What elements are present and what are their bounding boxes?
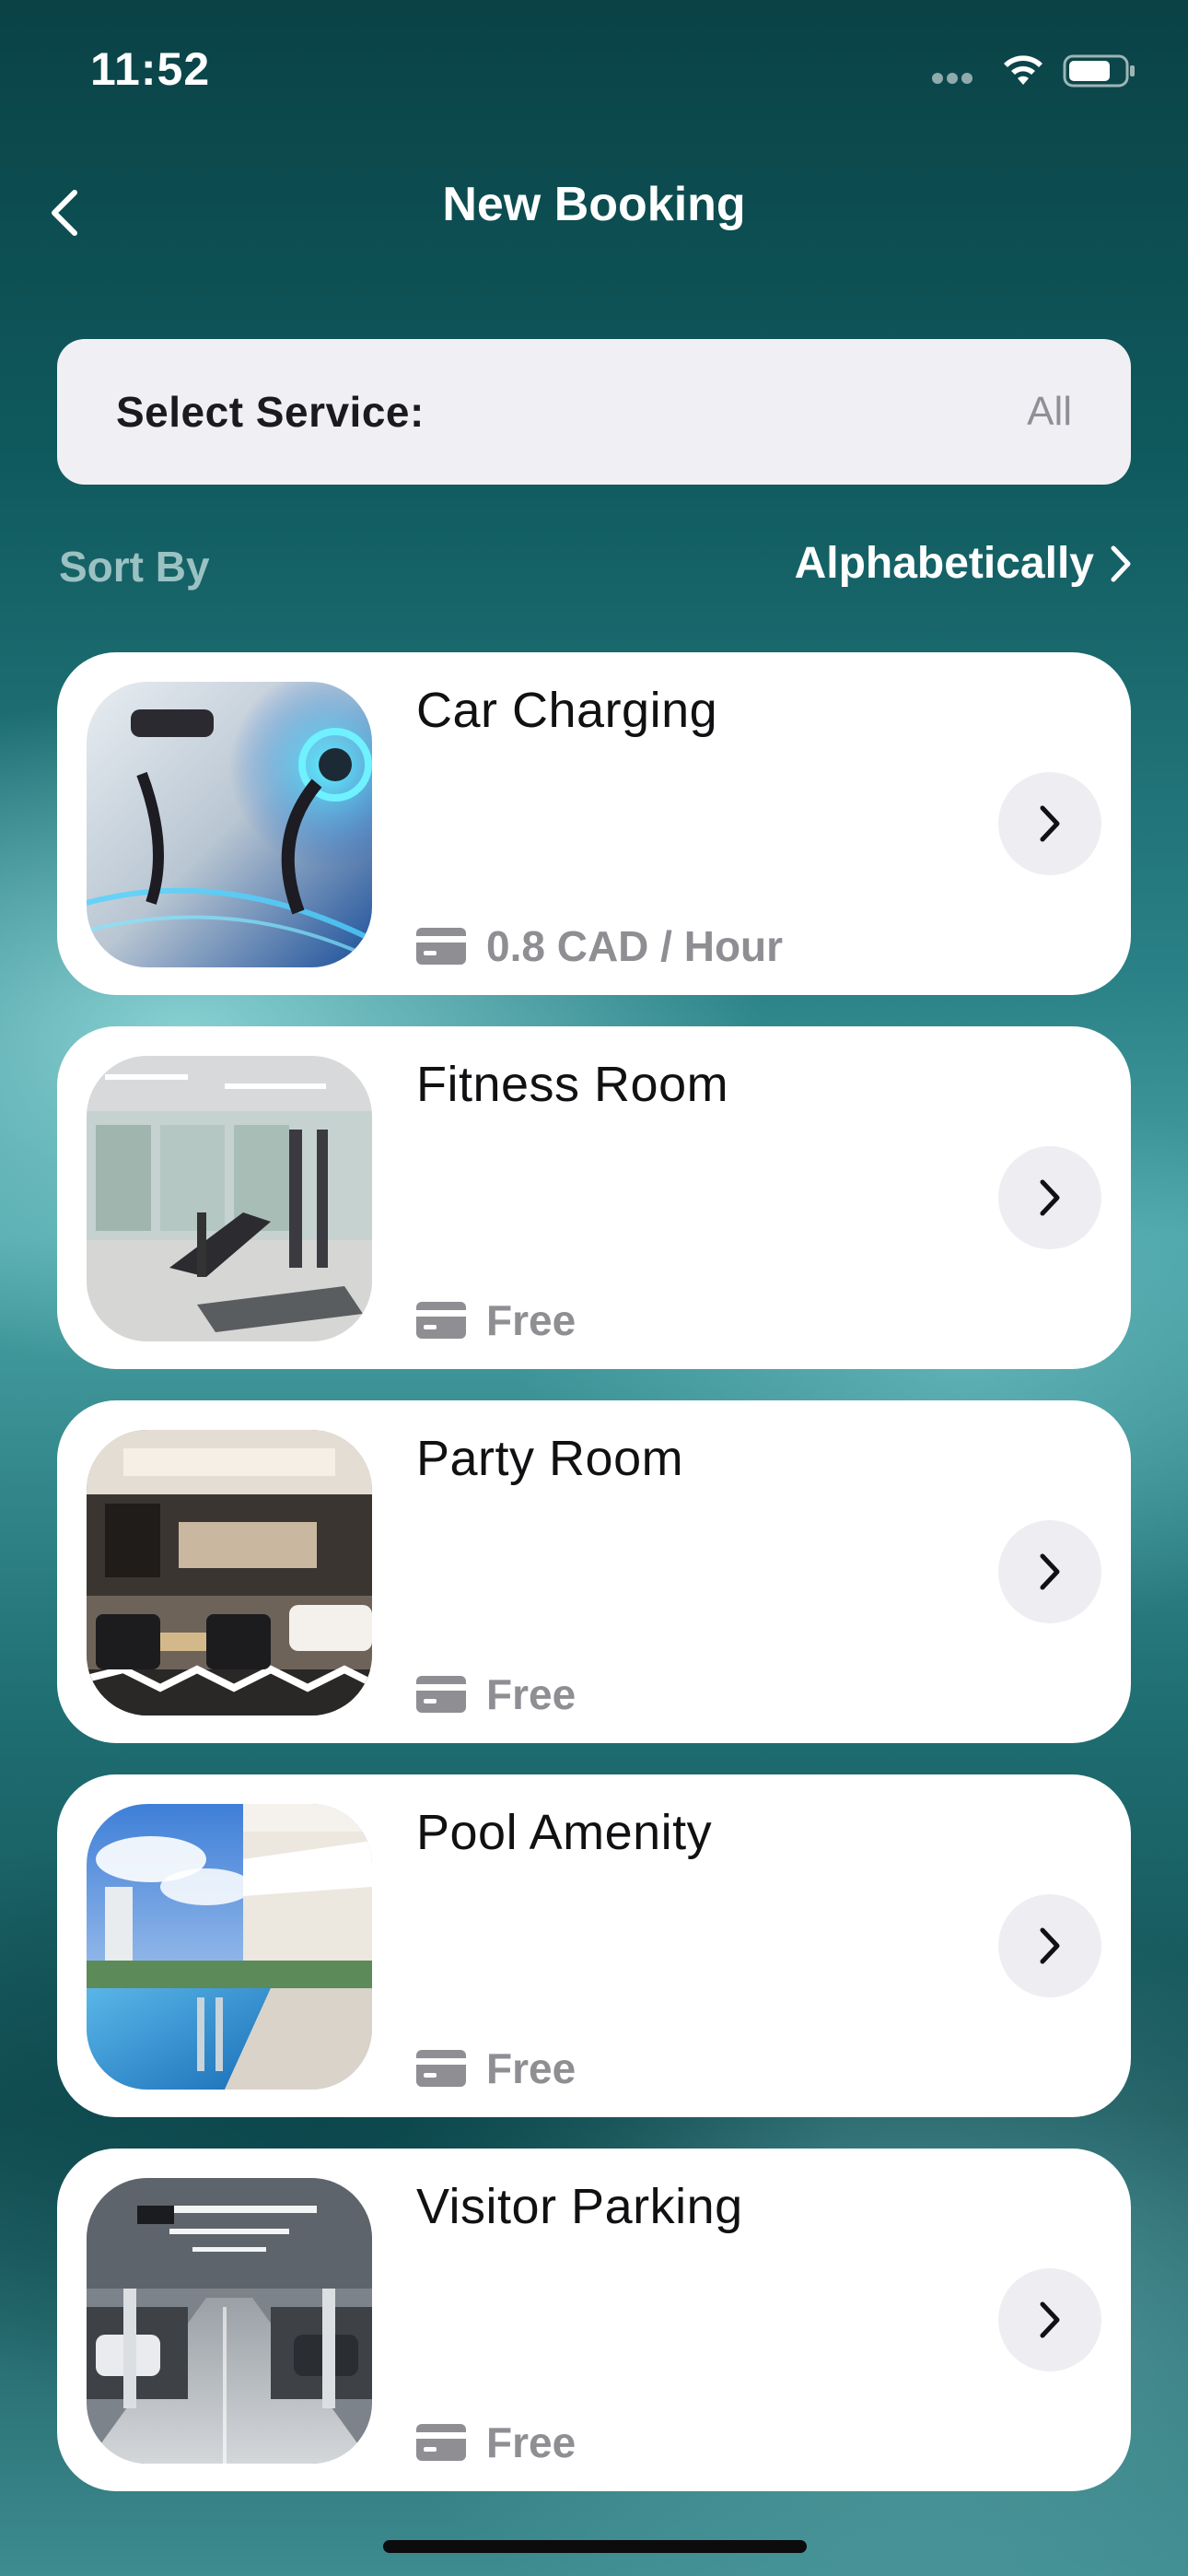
service-card-visitor-parking[interactable]: Visitor Parking Free — [57, 2149, 1131, 2491]
service-select-label: Select Service: — [116, 388, 425, 436]
chevron-right-icon — [1040, 1927, 1060, 1964]
chevron-right-icon — [1111, 545, 1131, 581]
chevron-right-icon — [1040, 1179, 1060, 1216]
service-card-fitness-room[interactable]: Fitness Room Free — [57, 1026, 1131, 1369]
open-service-button[interactable] — [998, 772, 1101, 875]
credit-card-icon — [416, 1302, 466, 1339]
home-indicator[interactable] — [383, 2540, 807, 2553]
visitor-parking-thumbnail — [87, 2178, 372, 2464]
service-price-text: Free — [486, 1670, 577, 1718]
service-card-party-room[interactable]: Party Room Free — [57, 1400, 1131, 1743]
service-select-value: All — [1027, 389, 1072, 434]
service-name: Pool Amenity — [416, 1805, 713, 1860]
page-title: New Booking — [442, 178, 746, 231]
sort-option-button[interactable]: Alphabetically — [795, 538, 1133, 589]
service-name: Fitness Room — [416, 1057, 729, 1112]
open-service-button[interactable] — [998, 1894, 1101, 1997]
battery-icon — [1063, 54, 1135, 88]
party-room-thumbnail — [87, 1430, 372, 1715]
chevron-right-icon — [1040, 2301, 1060, 2338]
service-select[interactable]: Select Service: All — [57, 339, 1131, 485]
credit-card-icon — [416, 2424, 466, 2461]
service-price-text: Free — [486, 2044, 577, 2092]
pool-amenity-thumbnail — [87, 1804, 372, 2090]
service-price-text: 0.8 CAD / Hour — [486, 922, 784, 970]
wifi-icon — [1004, 55, 1042, 85]
service-price: Free — [416, 2043, 576, 2093]
sort-option-value: Alphabetically — [794, 539, 1094, 588]
open-service-button[interactable] — [998, 2268, 1101, 2371]
status-bar: 11:52 — [0, 0, 1188, 138]
status-time: 11:52 — [90, 43, 211, 95]
car-charging-thumbnail — [87, 682, 372, 967]
credit-card-icon — [416, 2050, 466, 2087]
service-price-text: Free — [486, 2418, 577, 2466]
service-name: Party Room — [416, 1431, 684, 1486]
service-price: Free — [416, 1669, 576, 1719]
service-card-pool-amenity[interactable]: Pool Amenity Free — [57, 1774, 1131, 2117]
service-card-car-charging[interactable]: Car Charging 0.8 CAD / Hour — [57, 652, 1131, 995]
service-price: Free — [416, 2418, 576, 2467]
service-name: Visitor Parking — [416, 2179, 743, 2234]
chevron-right-icon — [1040, 805, 1060, 842]
service-name: Car Charging — [416, 683, 718, 738]
cellular-signal-icon — [932, 72, 987, 85]
service-price-text: Free — [486, 1296, 577, 1344]
service-price: Free — [416, 1295, 576, 1345]
sort-label: Sort By — [59, 543, 210, 591]
credit-card-icon — [416, 1676, 466, 1713]
open-service-button[interactable] — [998, 1146, 1101, 1249]
open-service-button[interactable] — [998, 1520, 1101, 1623]
service-price: 0.8 CAD / Hour — [416, 921, 783, 971]
fitness-room-thumbnail — [87, 1056, 372, 1341]
chevron-right-icon — [1040, 1553, 1060, 1590]
credit-card-icon — [416, 928, 466, 965]
